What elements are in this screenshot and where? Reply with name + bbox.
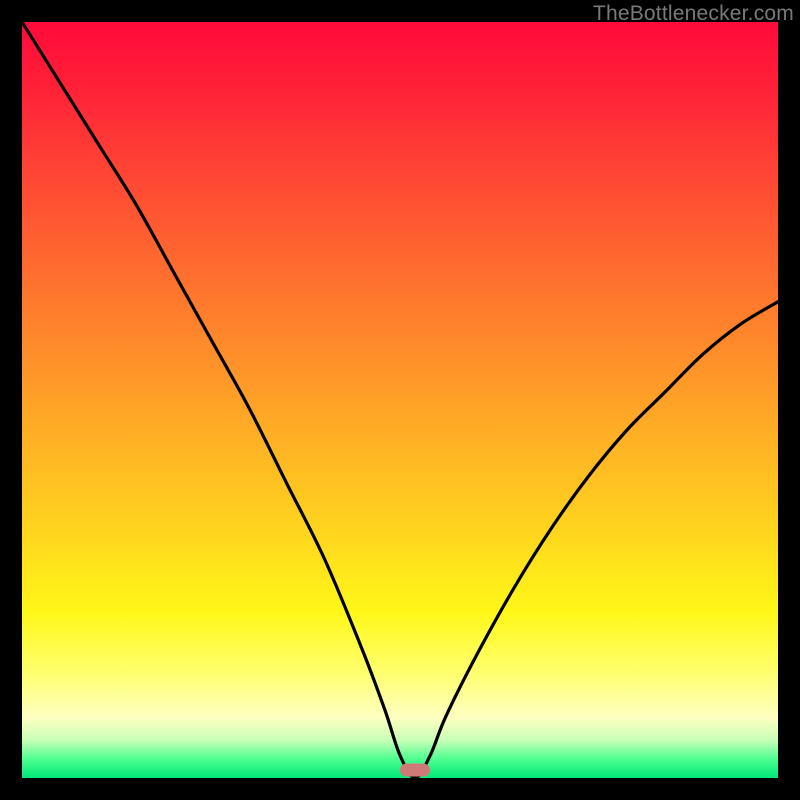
minimum-marker [400, 764, 430, 777]
chart-frame: TheBottlenecker.com [0, 0, 800, 800]
bottleneck-curve [22, 22, 778, 778]
plot-area [22, 22, 778, 778]
